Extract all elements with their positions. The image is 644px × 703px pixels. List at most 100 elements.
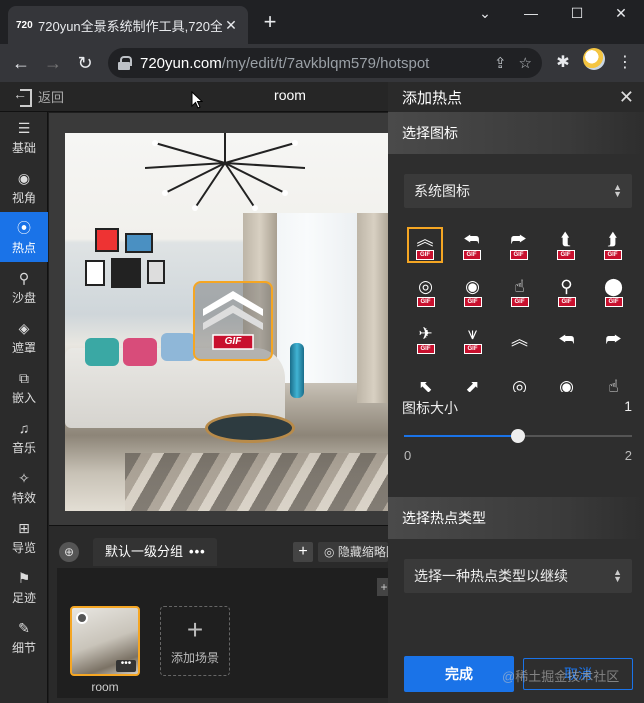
hotspot-icon-option[interactable]: ︽ GIF <box>407 227 443 263</box>
sidebar-item-guide[interactable]: ⊞ 导览 <box>0 512 48 562</box>
puzzle-icon[interactable]: ✱ <box>550 50 576 76</box>
group-bar: ⊕ 默认一级分组 ••• + ◎ 隐藏缩略图 <box>49 538 388 568</box>
sidebar-item-music[interactable]: ♫ 音乐 <box>0 412 48 462</box>
kebab-menu-icon[interactable]: ⋮ <box>612 50 638 76</box>
add-group-button[interactable]: + <box>293 542 313 562</box>
hotspot-icon-option[interactable]: ⮪ <box>543 316 590 363</box>
pushpin-icon: ✎ <box>18 619 30 636</box>
hotspot-icon-option[interactable]: ⩛ GIF <box>449 316 496 363</box>
close-icon[interactable]: ✕ <box>619 87 634 108</box>
panorama-view[interactable]: GIF <box>65 133 388 511</box>
hotspot-marker[interactable]: GIF <box>193 281 273 361</box>
slider-handle[interactable] <box>511 429 525 443</box>
tab-close-icon[interactable]: ✕ <box>222 17 240 34</box>
browser-tab[interactable]: 720 720yun全景系统制作工具,720全 ✕ <box>8 6 248 44</box>
section-hotspot-type: 选择热点类型 <box>388 497 644 539</box>
group-tab[interactable]: 默认一级分组 ••• <box>93 538 217 566</box>
hotspot-icon-option[interactable]: ⬤ GIF <box>590 269 637 316</box>
gif-badge: GIF <box>224 336 242 347</box>
hotspot-icon-option[interactable]: ◎ <box>496 363 543 392</box>
hotspot-icon-option[interactable]: ⮭ GIF <box>589 222 636 269</box>
scene-thumbnail[interactable]: ••• <box>70 606 140 676</box>
sidebar-item-effects[interactable]: ✧ 特效 <box>0 462 48 512</box>
chandelier-image <box>145 133 305 211</box>
icon-size-label: 图标大小 <box>402 400 458 416</box>
curtain-image <box>357 213 388 403</box>
hotspot-style-icon: ⩛ <box>467 324 478 343</box>
hotspot-icon-option[interactable]: ︽ <box>496 316 543 363</box>
bookmark-star-icon[interactable]: ☆ <box>519 54 532 72</box>
hotspot-icon-option[interactable]: ◎ GIF <box>402 269 449 316</box>
hotspot-icon-option[interactable]: ✈ GIF <box>402 316 449 363</box>
maximize-button[interactable]: ☐ <box>554 2 600 28</box>
sidebar-item-label: 足迹 <box>11 590 36 605</box>
hotspot-style-icon: ◉ <box>465 277 480 296</box>
hotspot-icon-option[interactable]: ◉ <box>543 363 590 392</box>
sidebar-item-sandbox[interactable]: ⚲ 沙盘 <box>0 262 48 312</box>
hotspot-style-icon: ︽ <box>416 229 434 249</box>
tab-search-icon[interactable]: ⌄ <box>462 2 508 28</box>
window-close-button[interactable]: ✕ <box>598 2 644 28</box>
lock-icon[interactable] <box>118 56 132 70</box>
share-icon[interactable]: ⇪ <box>494 54 507 72</box>
done-button[interactable]: 完成 <box>404 656 514 692</box>
panel-title: 添加热点 <box>402 89 463 107</box>
tab-title: 720yun全景系统制作工具,720全 <box>38 18 222 34</box>
watermark: @稀土掘金技术社区 <box>502 669 620 684</box>
eye-icon: ◉ <box>17 169 31 186</box>
hotspot-icon-option[interactable]: ◉ GIF <box>449 269 496 316</box>
hide-thumbnails-button[interactable]: ◎ 隐藏缩略图 <box>318 542 388 562</box>
icon-set-value: 系统图标 <box>414 183 470 199</box>
sidebar-item-embed[interactable]: ⧉ 嵌入 <box>0 362 48 412</box>
forward-arrow-icon[interactable]: → <box>40 50 66 76</box>
back-arrow-icon[interactable]: ← <box>8 50 34 76</box>
scene-bar: ⊕ 默认一级分组 ••• + ◎ 隐藏缩略图 ••• room + 添加场景 + <box>49 525 391 703</box>
sidebar-item-hotspot[interactable]: ⦿ 热点 <box>0 212 48 262</box>
icon-set-select[interactable]: 系统图标 ▲ ▼ <box>404 174 632 208</box>
hotspot-icon-option[interactable]: ☝ GIF <box>496 269 543 316</box>
panorama-canvas-area: GIF <box>49 113 388 525</box>
hotspot-type-select[interactable]: 选择一种热点类型以继续 ▲ ▼ <box>404 559 632 593</box>
plus-icon: + <box>186 614 204 645</box>
sidebar-item-basic[interactable]: ☰ 基础 <box>0 112 48 162</box>
hotspot-type-placeholder: 选择一种热点类型以继续 <box>414 568 568 584</box>
sidebar-item-label: 热点 <box>11 240 36 255</box>
hotspot-icon-option[interactable]: ⮫ <box>590 316 637 363</box>
hotspot-icon-option[interactable]: ⮬ GIF <box>542 222 589 269</box>
globe-icon[interactable]: ⊕ <box>59 542 79 562</box>
hotspot-style-icon: ⬤ <box>603 277 624 296</box>
pillow-image <box>123 338 157 366</box>
scene-more-icon[interactable]: ••• <box>116 659 136 672</box>
hotspot-icon-option[interactable]: ⬉ <box>402 363 449 392</box>
reload-icon[interactable]: ↻ <box>72 50 98 76</box>
icon-size-row: 图标大小 1 <box>402 398 632 418</box>
group-more-icon[interactable]: ••• <box>189 544 206 559</box>
url-text[interactable]: 720yun.com/my/edit/t/7avkblqm579/hotspot <box>140 55 482 72</box>
hotspot-icon-option[interactable]: ☝ <box>590 363 637 392</box>
minimize-button[interactable]: — <box>508 2 554 28</box>
hotspot-icon-option[interactable]: ⬈ <box>449 363 496 392</box>
hotspot-style-icon: ◉ <box>559 376 574 392</box>
panel-header: 添加热点 ✕ <box>388 82 644 112</box>
map-pin-icon: ⚲ <box>18 269 30 286</box>
mouse-cursor-icon <box>191 91 203 109</box>
scene-list: ••• room + 添加场景 <box>57 568 388 698</box>
vase-image <box>290 343 304 398</box>
sidebar-item-label: 特效 <box>11 490 36 505</box>
profile-avatar[interactable] <box>583 48 605 70</box>
new-tab-button[interactable]: + <box>258 9 282 35</box>
hotspot-icon-option[interactable]: ⚲ GIF <box>543 269 590 316</box>
address-bar[interactable]: 720yun.com/my/edit/t/7avkblqm579/hotspot… <box>108 48 542 78</box>
coffee-table-image <box>205 413 295 443</box>
sidebar-item-view[interactable]: ◉ 视角 <box>0 162 48 212</box>
sidebar-item-detail[interactable]: ✎ 细节 <box>0 612 48 662</box>
hotspot-icon-option[interactable]: ⮫ GIF <box>495 222 542 269</box>
hotspot-style-icon: ⮫ <box>510 230 527 249</box>
group-name: 默认一级分组 <box>105 544 184 559</box>
sidebar-item-mask[interactable]: ◈ 遮罩 <box>0 312 48 362</box>
hotspot-icon-option[interactable]: ⮪ GIF <box>448 222 495 269</box>
sidebar-item-footprint[interactable]: ⚑ 足迹 <box>0 562 48 612</box>
magic-wand-icon: ✧ <box>18 469 30 486</box>
add-scene-button[interactable]: + 添加场景 <box>160 606 230 676</box>
icon-size-slider[interactable] <box>404 428 632 444</box>
